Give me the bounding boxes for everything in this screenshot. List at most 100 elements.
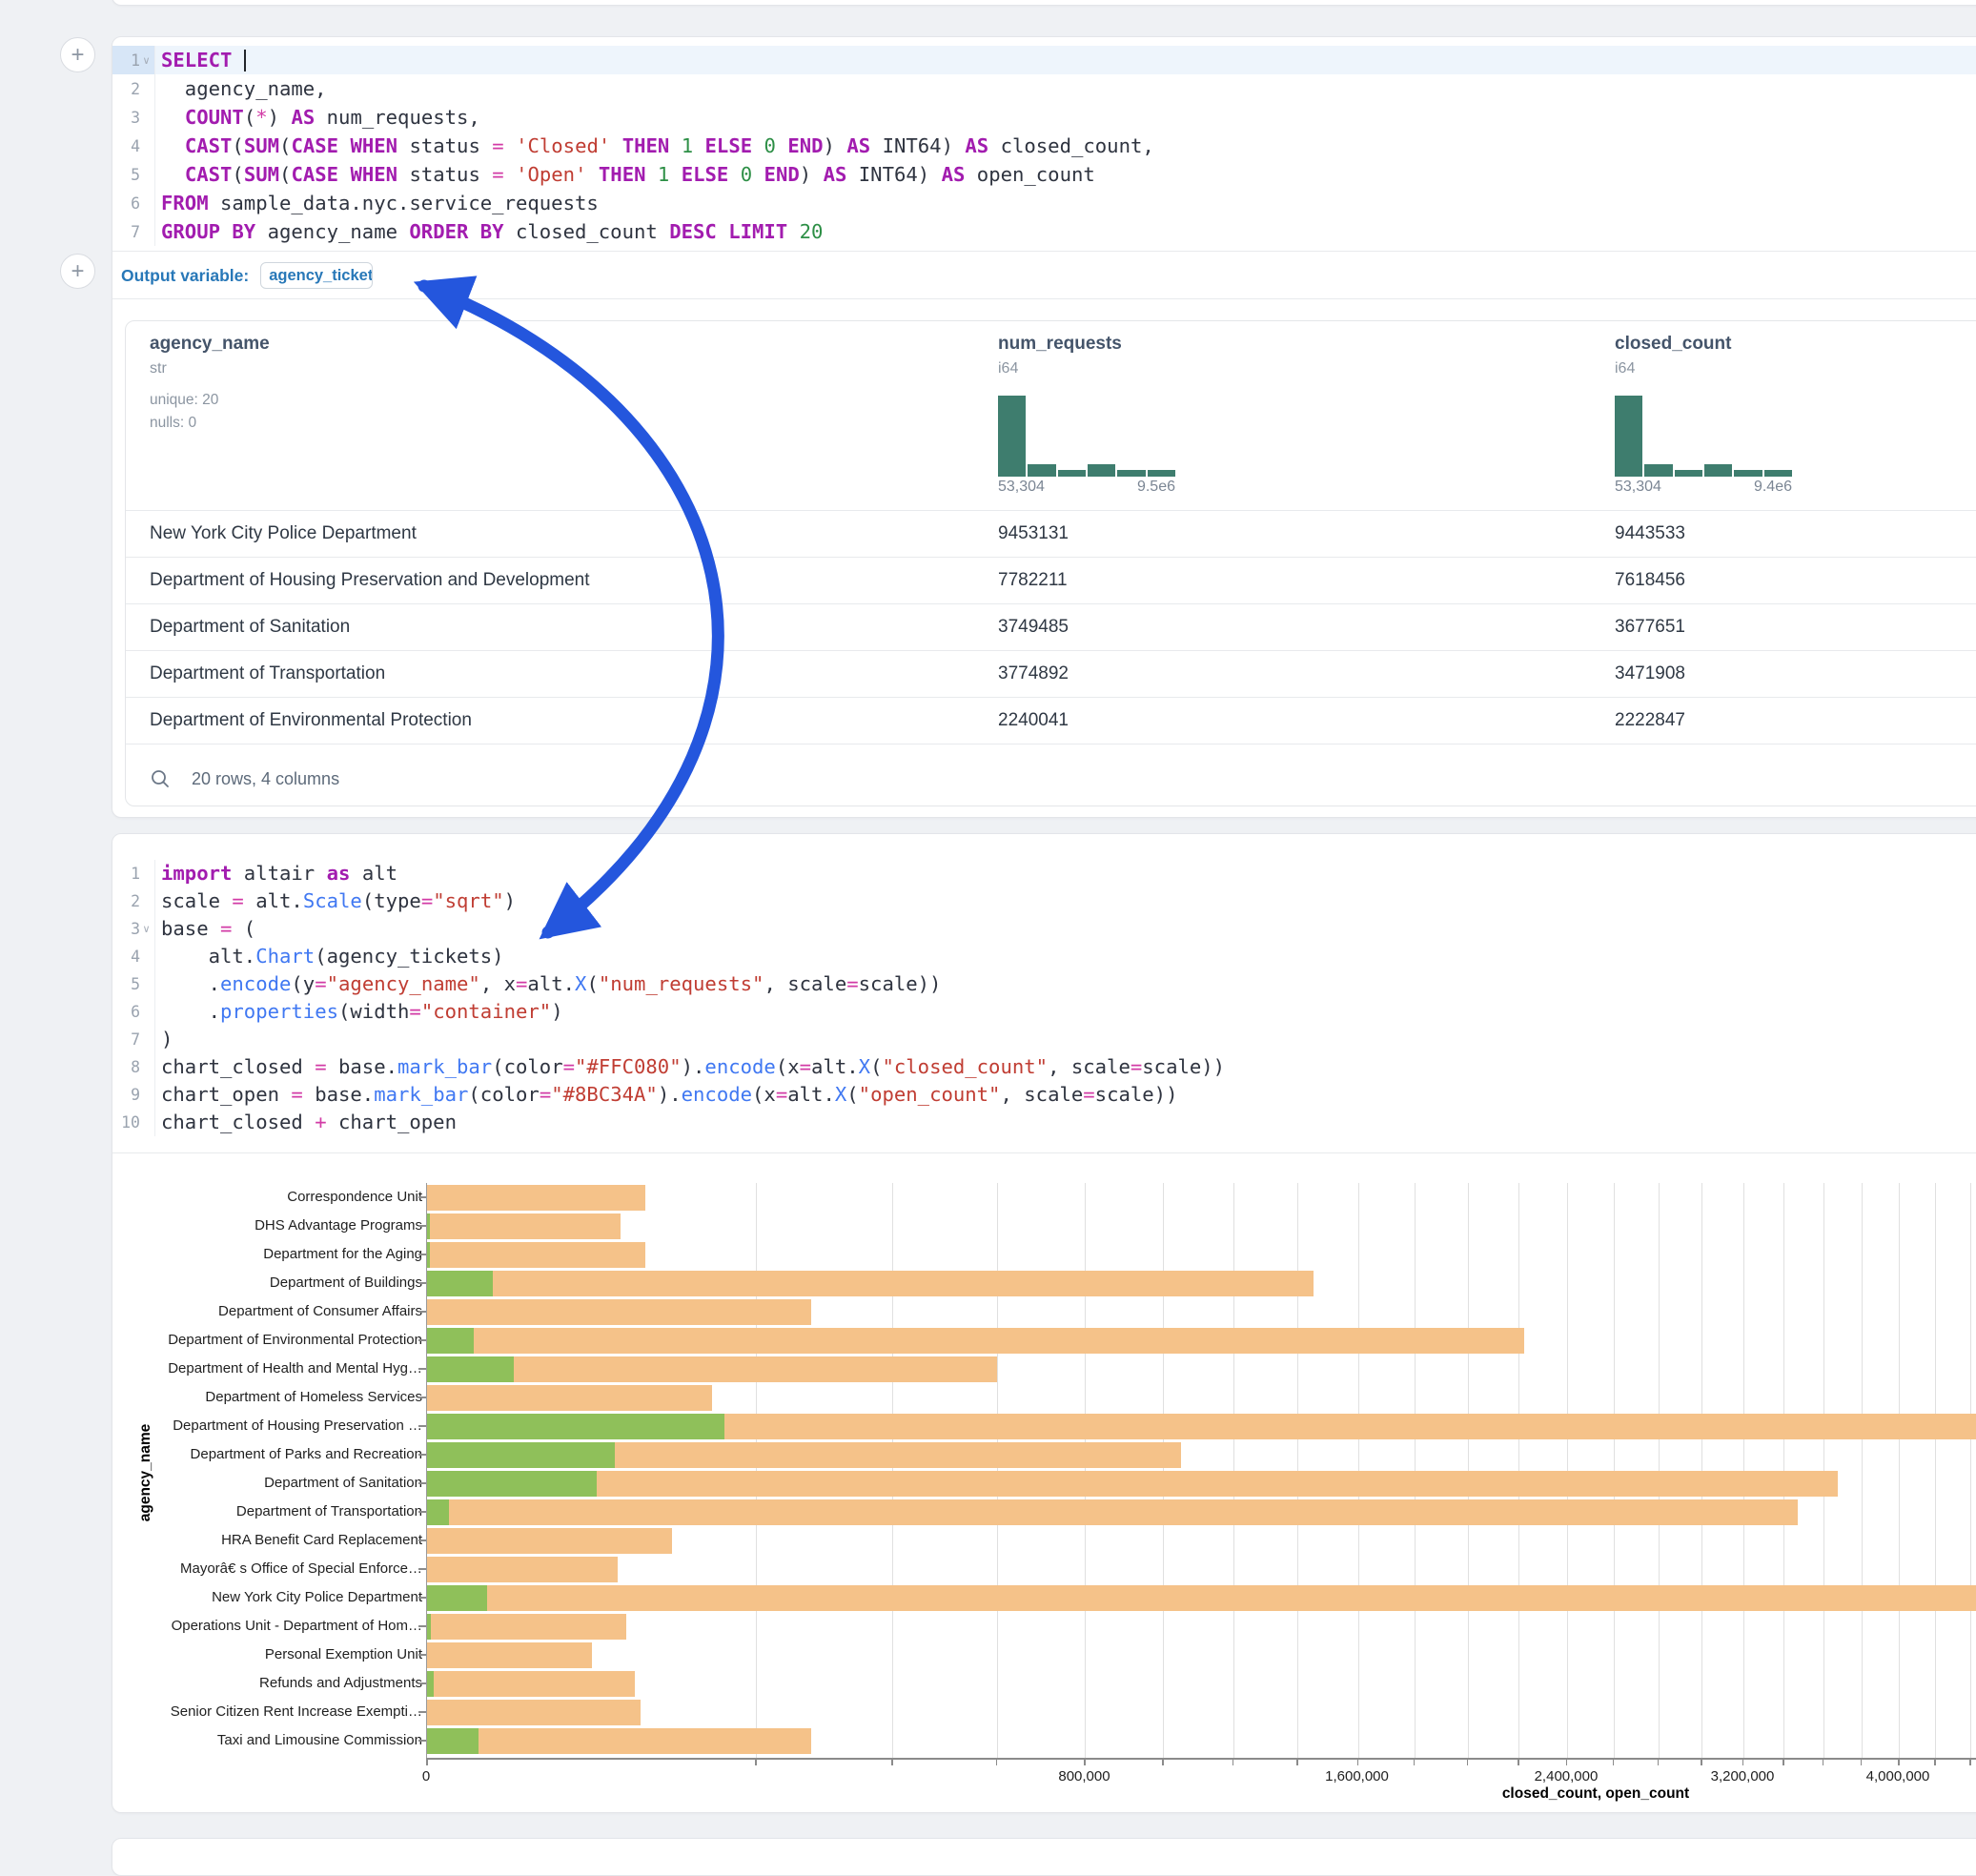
bar-open-count [427,1499,449,1525]
code-text: alt.Chart(agency_tickets) [154,943,1976,970]
bar-closed-count [427,1585,1976,1611]
code-text: base = ( [154,915,1976,943]
x-axis-tick [996,1760,998,1765]
code-text: chart_closed + chart_open [154,1109,1976,1136]
line-number-gutter: 6 [112,998,154,1026]
table-cell: 9443533 [1615,510,1685,557]
x-axis-title: closed_count, open_count [1453,1785,1739,1803]
bar-closed-count [427,1185,645,1211]
code-text: chart_open = base.mark_bar(color="#8BC34… [154,1081,1976,1109]
column-header[interactable]: agency_name [150,334,270,355]
x-axis-tick [1934,1760,1936,1765]
x-axis-label: 4,000,000 [1841,1768,1955,1784]
y-axis-tick [418,1254,426,1255]
y-axis-label: Operations Unit - Department of Hom… [127,1617,422,1636]
line-number-gutter: 5 [112,970,154,998]
code-line[interactable]: 8chart_closed = base.mark_bar(color="#FF… [112,1053,1976,1081]
x-axis-tick [1613,1760,1615,1765]
table-cell: Department of Sanitation [150,603,350,650]
x-axis-tick [1898,1760,1900,1765]
code-line[interactable]: 4 alt.Chart(agency_tickets) [112,943,1976,970]
x-axis-tick [1823,1760,1824,1765]
code-line[interactable]: 6FROM sample_data.nyc.service_requests [112,189,1976,217]
bar-open-count [427,1614,431,1640]
python-cell: 1import altair as alt2scale = alt.Scale(… [112,833,1976,1813]
add-cell-button-output[interactable]: + [60,254,95,289]
code-text: SELECT [154,46,1976,74]
histogram-bar [1764,470,1792,477]
y-axis-label: Taxi and Limousine Commission [127,1731,422,1750]
x-axis-tick [1357,1760,1359,1765]
table-cell: 3677651 [1615,603,1685,650]
bar-open-count [427,1328,474,1354]
code-line[interactable]: 9chart_open = base.mark_bar(color="#8BC3… [112,1081,1976,1109]
output-variable-badge[interactable]: agency_tickets [260,262,373,289]
x-axis-tick [1742,1760,1744,1765]
x-axis-tick [1162,1760,1164,1765]
code-text: .encode(y="agency_name", x=alt.X("num_re… [154,970,1976,998]
code-line[interactable]: 4 CAST(SUM(CASE WHEN status = 'Closed' T… [112,132,1976,160]
histogram-bar [1644,464,1672,477]
y-axis-tick [418,1196,426,1198]
column-header[interactable]: closed_count [1615,334,1731,355]
x-axis-label: 800,000 [1027,1768,1141,1784]
y-axis-tick [418,1311,426,1313]
previous-cell-edge [112,0,1976,6]
x-axis-tick [1467,1760,1469,1765]
search-icon[interactable] [150,768,171,789]
y-axis-label: Department of Consumer Affairs [127,1302,422,1321]
fold-chevron-icon[interactable]: ∨ [140,54,153,67]
bar-open-count [427,1728,479,1754]
column-header[interactable]: num_requests [998,334,1122,355]
line-number-gutter: 5 [112,160,154,189]
code-line[interactable]: 1import altair as alt [112,860,1976,887]
code-line[interactable]: 6 .properties(width="container") [112,998,1976,1026]
y-axis-tick [418,1425,426,1427]
fold-chevron-icon[interactable]: ∨ [140,923,153,935]
bar-closed-count [427,1471,1838,1497]
bar-open-count [427,1414,724,1439]
code-line[interactable]: 10chart_closed + chart_open [112,1109,1976,1136]
code-line[interactable]: 7GROUP BY agency_name ORDER BY closed_co… [112,217,1976,246]
code-line[interactable]: 3 COUNT(*) AS num_requests, [112,103,1976,132]
histogram-range-labels: 53,3049.5e6 [998,479,1175,496]
bar-closed-count [427,1499,1798,1525]
bar-closed-count [427,1614,626,1640]
code-line[interactable]: 2scale = alt.Scale(type="sqrt") [112,887,1976,915]
x-axis-tick [1084,1760,1086,1765]
gridline [1899,1183,1900,1758]
output-variable-label: Output variable: [121,266,249,286]
y-axis-label: Department of Transportation [127,1502,422,1521]
table-cell: Department of Housing Preservation and D… [150,557,590,603]
histogram-bar [1148,470,1175,477]
sql-code-editor[interactable]: 1∨SELECT 2 agency_name,3 COUNT(*) AS num… [112,46,1976,246]
table-cell: 2222847 [1615,697,1685,744]
y-axis-tick [418,1511,426,1513]
y-axis-tick [418,1225,426,1227]
bar-closed-count [427,1642,592,1668]
x-axis-tick [891,1760,893,1765]
bar-open-count [427,1671,434,1697]
bar-closed-count [427,1528,672,1554]
code-line[interactable]: 7) [112,1026,1976,1053]
bar-open-count [427,1585,487,1611]
y-axis-label: Department of Homeless Services [127,1388,422,1407]
y-axis-tick [418,1740,426,1742]
code-line[interactable]: 2 agency_name, [112,74,1976,103]
divider [112,298,1976,299]
y-axis-tick [418,1454,426,1456]
x-axis-tick [1782,1760,1784,1765]
code-line[interactable]: 5 .encode(y="agency_name", x=alt.X("num_… [112,970,1976,998]
bar-closed-count [427,1700,641,1725]
code-line[interactable]: 3∨base = ( [112,915,1976,943]
python-code-editor[interactable]: 1import altair as alt2scale = alt.Scale(… [112,860,1976,1136]
code-line[interactable]: 1∨SELECT [112,46,1976,74]
y-axis-tick [418,1397,426,1398]
column-type: i64 [1615,360,1635,377]
bar-open-count [427,1213,430,1239]
code-line[interactable]: 5 CAST(SUM(CASE WHEN status = 'Open' THE… [112,160,1976,189]
code-text: chart_closed = base.mark_bar(color="#FFC… [154,1053,1976,1081]
x-axis-tick [1969,1760,1971,1765]
column-stats: nulls: 0 [150,415,196,432]
add-cell-button-top[interactable]: + [60,37,95,72]
